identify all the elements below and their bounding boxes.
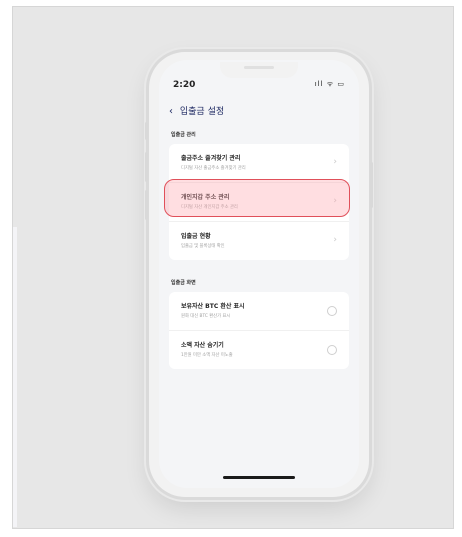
speaker-grille [244,66,274,69]
list-item-hide-small-assets[interactable]: 소액 자산 숨기기 1만원 미만 소액 자산 미노출 [169,331,349,369]
radio-button[interactable] [327,306,337,316]
home-indicator[interactable] [223,476,295,479]
item-title: 소액 자산 숨기기 [181,342,224,349]
phone-mockup: 2:20 ıll ᯤ ▭ ‹ 입출금 설정 입출금 관리 출금주소 즐겨찾기 관… [145,52,373,497]
status-signal-wifi-battery-icon: ıll ᯤ ▭ [314,80,345,88]
item-subtitle: 디지털 자산 출금주소 즐겨찾기 관리 [181,166,246,171]
nav-bar: ‹ 입출금 설정 [169,104,224,117]
item-title: 보유자산 BTC 환산 표시 [181,303,245,310]
list-item-withdraw-address-favorites[interactable]: 출금주소 즐겨찾기 관리 디지털 자산 출금주소 즐겨찾기 관리 › [169,144,349,183]
item-subtitle: 입출금 및 블록상태 확인 [181,244,225,249]
status-time: 2:20 [173,80,196,90]
list-item-deposit-withdraw-status[interactable]: 입출금 현황 입출금 및 블록상태 확인 › [169,222,349,260]
highlight-overlay [164,179,350,217]
phone-side-button-left-2 [145,152,148,182]
phone-side-button-left-1 [145,122,148,140]
chevron-right-icon: › [333,235,337,245]
section-label-deposit-withdraw-screen: 입출금 화면 [171,280,196,286]
phone-side-button-left-3 [145,190,148,220]
screenshot-frame: 2:20 ıll ᯤ ▭ ‹ 입출금 설정 입출금 관리 출금주소 즐겨찾기 관… [12,6,454,529]
item-title: 입출금 현황 [181,233,211,240]
background-strip [13,227,17,527]
deposit-withdraw-screen-card: 보유자산 BTC 환산 표시 원화 대신 BTC 환산가 표시 소액 자산 숨기… [169,292,349,369]
item-subtitle: 원화 대신 BTC 환산가 표시 [181,314,231,319]
phone-side-button-right [370,162,373,208]
phone-screen: 2:20 ıll ᯤ ▭ ‹ 입출금 설정 입출금 관리 출금주소 즐겨찾기 관… [159,60,359,488]
item-subtitle: 1만원 미만 소액 자산 미노출 [181,353,233,358]
section-label-deposit-withdraw-manage: 입출금 관리 [171,132,196,138]
item-title: 출금주소 즐겨찾기 관리 [181,155,241,162]
back-chevron-icon[interactable]: ‹ [169,106,173,117]
chevron-right-icon: › [333,157,337,167]
list-item-btc-conversion-display[interactable]: 보유자산 BTC 환산 표시 원화 대신 BTC 환산가 표시 [169,292,349,331]
phone-notch [220,62,298,78]
page-title: 입출금 설정 [179,107,225,117]
radio-button[interactable] [327,345,337,355]
